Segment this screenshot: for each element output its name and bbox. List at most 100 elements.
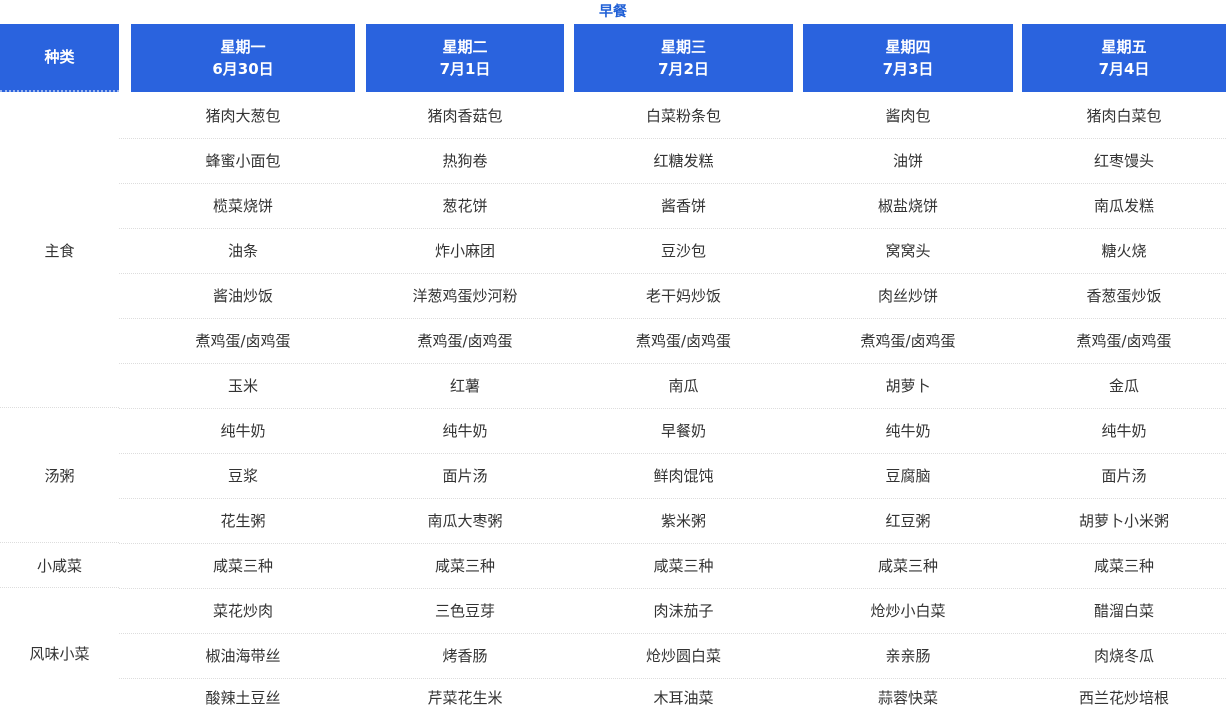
menu-cell: 糖火烧: [1101, 242, 1147, 260]
menu-cell: 鲜肉馄饨: [653, 467, 714, 485]
menu-cell: 白菜粉条包: [645, 107, 721, 125]
menu-cell: 紫米粥: [660, 512, 706, 530]
menu-cell: 玉米: [227, 377, 258, 395]
header-day-tuesday: 星期二 7月1日: [366, 24, 564, 92]
menu-cell: 洋葱鸡蛋炒河粉: [412, 287, 518, 305]
menu-cell: 煮鸡蛋/卤鸡蛋: [1076, 332, 1172, 350]
header-weekday: 星期二: [442, 38, 488, 56]
header-date: 7月3日: [882, 60, 934, 78]
menu-cell: 面片汤: [1101, 467, 1147, 485]
menu-cell: 豆沙包: [660, 242, 706, 260]
menu-cell: 椒盐烧饼: [877, 197, 938, 215]
menu-cell: 金瓜: [1108, 377, 1139, 395]
menu-cell: 猪肉大葱包: [205, 107, 281, 125]
menu-cell: 香葱蛋炒饭: [1086, 287, 1162, 305]
header-category: 种类: [0, 24, 119, 92]
menu-cell: 南瓜发糕: [1093, 197, 1154, 215]
menu-cell: 炝炒圆白菜: [645, 647, 721, 665]
menu-cell: 肉烧冬瓜: [1093, 647, 1154, 665]
table-row: 纯牛奶 纯牛奶 早餐奶 纯牛奶 纯牛奶: [119, 409, 1226, 454]
page-title: 早餐: [599, 4, 627, 20]
menu-cell: 菜花炒肉: [212, 602, 273, 620]
menu-cell: 酱油炒饭: [212, 287, 273, 305]
menu-cell: 西兰花炒培根: [1078, 689, 1169, 707]
header-date: 6月30日: [212, 60, 274, 78]
menu-cell: 花生粥: [220, 512, 266, 530]
menu-cell: 三色豆芽: [434, 602, 495, 620]
menu-cell: 窝窝头: [885, 242, 931, 260]
header-date: 7月1日: [439, 60, 491, 78]
menu-cell: 豆腐脑: [885, 467, 931, 485]
menu-cell: 亲亲肠: [885, 647, 931, 665]
menu-cell: 猪肉白菜包: [1086, 107, 1162, 125]
table-row: 酱油炒饭 洋葱鸡蛋炒河粉 老干妈炒饭 肉丝炒饼 香葱蛋炒饭: [119, 274, 1226, 319]
table-row: 蜂蜜小面包 热狗卷 红糖发糕 油饼 红枣馒头: [119, 139, 1226, 184]
header-date: 7月4日: [1098, 60, 1150, 78]
menu-cell: 咸菜三种: [434, 557, 495, 575]
menu-cell: 芹菜花生米: [427, 689, 503, 707]
category-pickles: 小咸菜: [0, 543, 119, 588]
menu-cell: 纯牛奶: [1101, 422, 1147, 440]
menu-cell: 煮鸡蛋/卤鸡蛋: [417, 332, 513, 350]
menu-cell: 热狗卷: [442, 152, 488, 170]
table-row: 豆浆 面片汤 鲜肉馄饨 豆腐脑 面片汤: [119, 454, 1226, 499]
menu-cell: 酱肉包: [885, 107, 931, 125]
menu-cell: 纯牛奶: [442, 422, 488, 440]
header-date: 7月2日: [658, 60, 709, 78]
menu-cell: 油饼: [892, 152, 923, 170]
menu-cell: 早餐奶: [660, 422, 706, 440]
table-row: 酸辣土豆丝 芹菜花生米 木耳油菜 蒜蓉快菜 西兰花炒培根: [119, 676, 1226, 721]
header-weekday: 星期三: [660, 38, 706, 56]
menu-cell: 肉沫茄子: [653, 602, 714, 620]
table-row: 榄菜烧饼 葱花饼 酱香饼 椒盐烧饼 南瓜发糕: [119, 184, 1226, 229]
menu-cell: 醋溜白菜: [1093, 602, 1154, 620]
menu-cell: 红豆粥: [885, 512, 931, 530]
menu-cell: 烤香肠: [442, 647, 488, 665]
menu-cell: 豆浆: [227, 467, 258, 485]
header-day-wednesday: 星期三 7月2日: [574, 24, 793, 92]
table-row: 煮鸡蛋/卤鸡蛋 煮鸡蛋/卤鸡蛋 煮鸡蛋/卤鸡蛋 煮鸡蛋/卤鸡蛋 煮鸡蛋/卤鸡蛋: [119, 319, 1226, 364]
header-day-monday: 星期一 6月30日: [131, 24, 355, 92]
menu-cell: 炸小麻团: [434, 242, 495, 260]
menu-cell: 煮鸡蛋/卤鸡蛋: [860, 332, 956, 350]
menu-cell: 南瓜大枣粥: [427, 512, 503, 530]
header-category-label: 种类: [44, 48, 75, 66]
menu-cell: 老干妈炒饭: [645, 287, 721, 305]
menu-cell: 榄菜烧饼: [212, 197, 273, 215]
menu-cell: 红枣馒头: [1093, 152, 1154, 170]
category-soup-porridge: 汤粥: [0, 408, 119, 543]
menu-cell: 红薯: [449, 377, 480, 395]
menu-cell: 面片汤: [442, 467, 488, 485]
menu-cell: 咸菜三种: [877, 557, 938, 575]
header-day-friday: 星期五 7月4日: [1022, 24, 1226, 92]
menu-cell: 蒜蓉快菜: [877, 689, 938, 707]
table-row: 玉米 红薯 南瓜 胡萝卜 金瓜: [119, 364, 1226, 409]
menu-cell: 椒油海带丝: [205, 647, 281, 665]
menu-cell: 咸菜三种: [653, 557, 714, 575]
menu-cell: 酱香饼: [660, 197, 706, 215]
menu-cell: 南瓜: [668, 377, 699, 395]
menu-cell: 蜂蜜小面包: [205, 152, 281, 170]
menu-cell: 纯牛奶: [220, 422, 266, 440]
table-row: 花生粥 南瓜大枣粥 紫米粥 红豆粥 胡萝卜小米粥: [119, 499, 1226, 544]
menu-cell: 咸菜三种: [1093, 557, 1154, 575]
header-weekday: 星期一: [220, 38, 266, 56]
table-row: 猪肉大葱包 猪肉香菇包 白菜粉条包 酱肉包 猪肉白菜包: [119, 94, 1226, 139]
header-weekday: 星期四: [885, 38, 931, 56]
menu-cell: 炝炒小白菜: [870, 602, 946, 620]
table-row: 油条 炸小麻团 豆沙包 窝窝头 糖火烧: [119, 229, 1226, 274]
menu-cell: 胡萝卜: [885, 377, 931, 395]
menu-cell: 胡萝卜小米粥: [1078, 512, 1169, 530]
menu-cell: 红糖发糕: [653, 152, 714, 170]
menu-cell: 煮鸡蛋/卤鸡蛋: [195, 332, 291, 350]
table-row: 椒油海带丝 烤香肠 炝炒圆白菜 亲亲肠 肉烧冬瓜: [119, 634, 1226, 679]
table-row: 菜花炒肉 三色豆芽 肉沫茄子 炝炒小白菜 醋溜白菜: [119, 589, 1226, 634]
menu-cell: 油条: [227, 242, 258, 260]
menu-cell: 纯牛奶: [885, 422, 931, 440]
category-staple: 主食: [0, 94, 119, 408]
header-weekday: 星期五: [1101, 38, 1147, 56]
menu-cell: 煮鸡蛋/卤鸡蛋: [635, 332, 732, 350]
category-side-dishes: 风味小菜: [29, 644, 90, 663]
menu-cell: 猪肉香菇包: [427, 107, 503, 125]
menu-cell: 咸菜三种: [212, 557, 273, 575]
